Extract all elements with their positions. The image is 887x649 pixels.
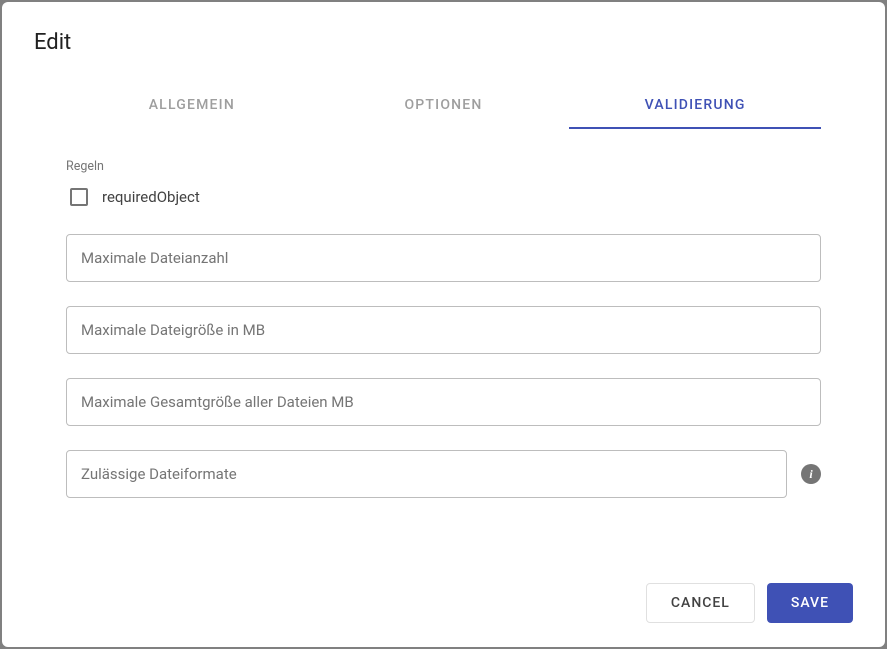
tab-validation[interactable]: Validierung	[569, 83, 821, 129]
tab-options[interactable]: Optionen	[318, 83, 570, 129]
required-object-checkbox[interactable]	[70, 188, 88, 206]
max-file-count-input[interactable]	[66, 234, 821, 282]
validation-panel: Regeln requiredObject i	[34, 129, 853, 583]
info-icon: i	[801, 464, 821, 484]
required-object-label[interactable]: requiredObject	[102, 188, 200, 206]
rules-label: Regeln	[66, 159, 821, 174]
edit-dialog: Edit Allgemein Optionen Validierung Rege…	[2, 2, 885, 647]
save-button[interactable]: Save	[767, 583, 853, 623]
tab-general[interactable]: Allgemein	[66, 83, 318, 129]
dialog-title: Edit	[34, 30, 853, 55]
allowed-formats-input[interactable]	[66, 450, 787, 498]
required-object-row: requiredObject	[70, 188, 821, 206]
max-file-size-input[interactable]	[66, 306, 821, 354]
tab-bar: Allgemein Optionen Validierung	[66, 83, 821, 129]
allowed-formats-row: i	[66, 450, 821, 498]
dialog-actions: Cancel Save	[34, 583, 853, 623]
cancel-button[interactable]: Cancel	[646, 583, 755, 623]
max-total-size-input[interactable]	[66, 378, 821, 426]
